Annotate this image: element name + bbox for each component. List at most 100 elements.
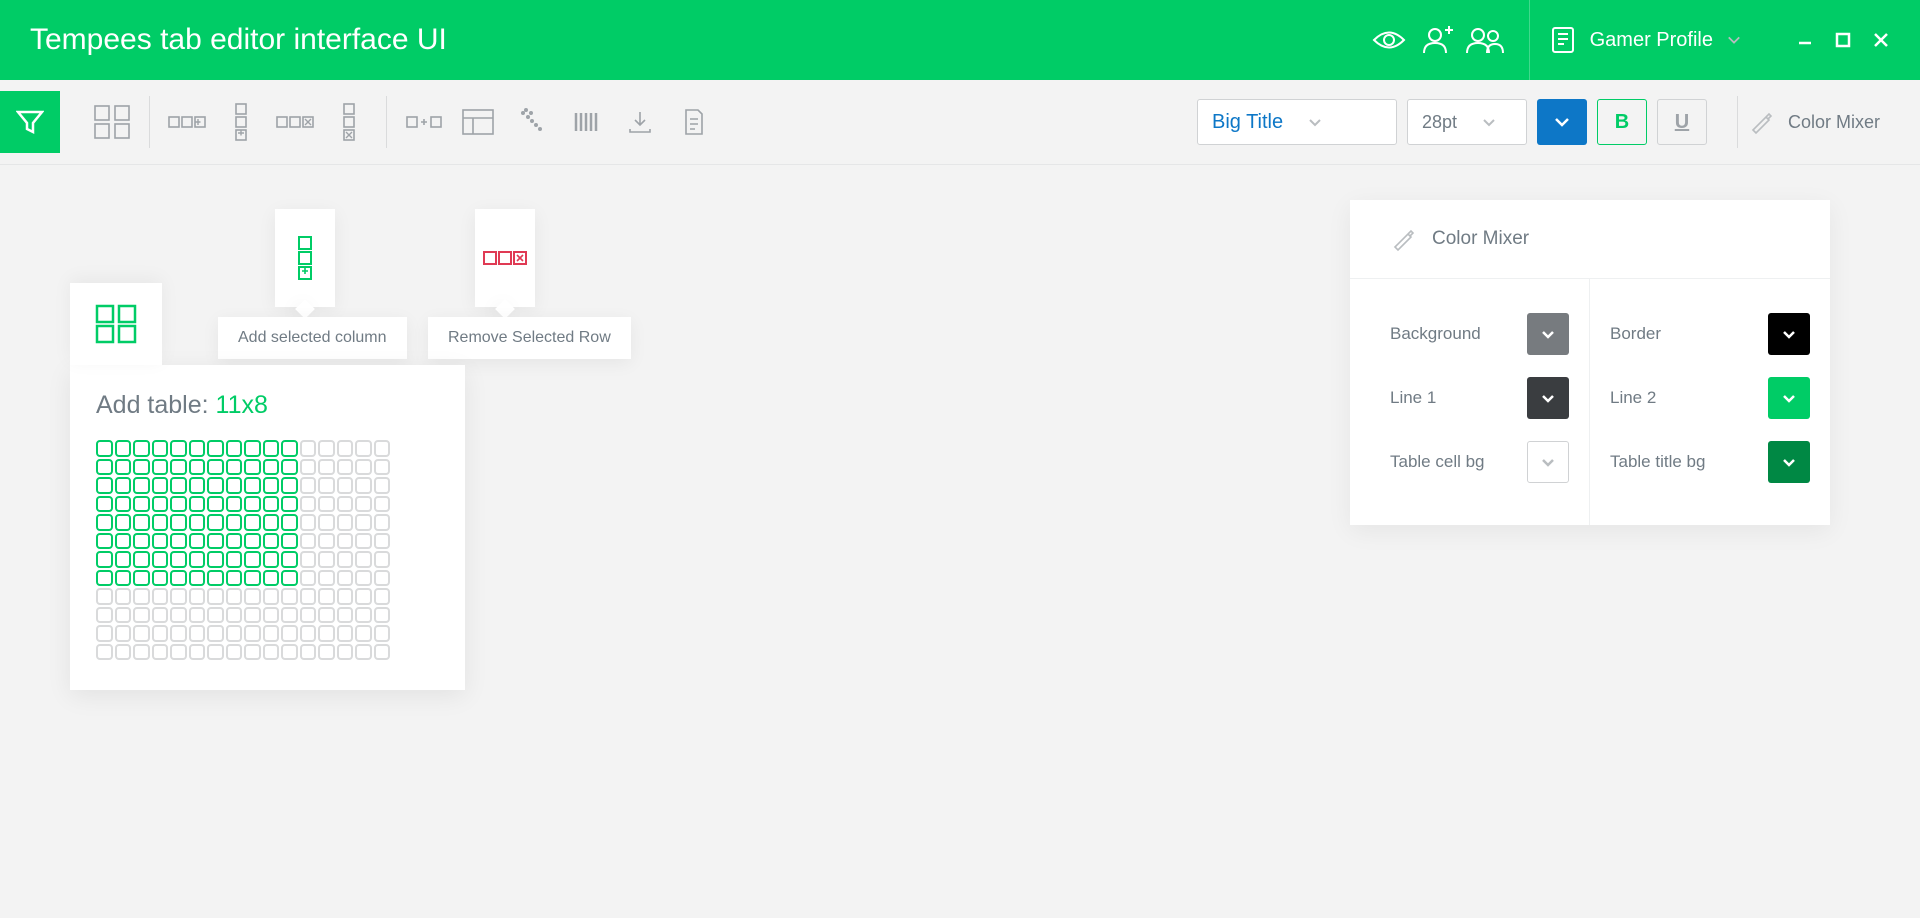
grid-cell[interactable]: [133, 533, 150, 550]
barcode-icon[interactable]: [559, 96, 613, 148]
grid-cell[interactable]: [96, 496, 113, 513]
grid-cell[interactable]: [96, 588, 113, 605]
grid-icon[interactable]: [85, 96, 139, 148]
grid-cell[interactable]: [355, 440, 372, 457]
grid-cell[interactable]: [263, 588, 280, 605]
grid-cell[interactable]: [374, 551, 391, 568]
grid-cell[interactable]: [189, 607, 206, 624]
grid-cell[interactable]: [207, 607, 224, 624]
grid-cell[interactable]: [244, 551, 261, 568]
grid-cell[interactable]: [374, 570, 391, 587]
grid-cell[interactable]: [115, 588, 132, 605]
grid-cell[interactable]: [133, 514, 150, 531]
grid-cell[interactable]: [244, 588, 261, 605]
grid-cell[interactable]: [281, 570, 298, 587]
grid-cell[interactable]: [207, 570, 224, 587]
grid-cell[interactable]: [244, 477, 261, 494]
grid-cell[interactable]: [300, 570, 317, 587]
grid-cell[interactable]: [300, 514, 317, 531]
color-swatch[interactable]: [1768, 377, 1810, 419]
grid-cell[interactable]: [226, 440, 243, 457]
grid-cell[interactable]: [300, 607, 317, 624]
grid-cell[interactable]: [244, 625, 261, 642]
grid-cell[interactable]: [374, 496, 391, 513]
grid-cell[interactable]: [337, 570, 354, 587]
grid-cell[interactable]: [133, 588, 150, 605]
grid-cell[interactable]: [152, 514, 169, 531]
grid-cell[interactable]: [152, 440, 169, 457]
grid-cell[interactable]: [281, 625, 298, 642]
grid-cell[interactable]: [133, 459, 150, 476]
grid-cell[interactable]: [318, 514, 335, 531]
grid-cell[interactable]: [189, 551, 206, 568]
grid-cell[interactable]: [170, 514, 187, 531]
grid-cell[interactable]: [355, 625, 372, 642]
grid-cell[interactable]: [189, 496, 206, 513]
grid-cell[interactable]: [374, 625, 391, 642]
grid-cell[interactable]: [152, 496, 169, 513]
grid-cell[interactable]: [189, 514, 206, 531]
add-column-icon[interactable]: [160, 96, 214, 148]
grid-cell[interactable]: [374, 459, 391, 476]
grid-cell[interactable]: [170, 440, 187, 457]
grid-cell[interactable]: [318, 533, 335, 550]
grid-cell[interactable]: [189, 625, 206, 642]
grid-cell[interactable]: [226, 607, 243, 624]
grid-cell[interactable]: [207, 477, 224, 494]
grid-cell[interactable]: [374, 440, 391, 457]
grid-cell[interactable]: [115, 625, 132, 642]
grid-cell[interactable]: [318, 477, 335, 494]
grid-cell[interactable]: [207, 533, 224, 550]
grid-cell[interactable]: [318, 588, 335, 605]
grid-cell[interactable]: [226, 551, 243, 568]
grid-cell[interactable]: [115, 533, 132, 550]
minimize-button[interactable]: [1791, 26, 1819, 54]
grid-cell[interactable]: [263, 459, 280, 476]
grid-cell[interactable]: [355, 551, 372, 568]
grid-cell[interactable]: [337, 607, 354, 624]
grid-cell[interactable]: [337, 625, 354, 642]
remove-row-icon[interactable]: [322, 96, 376, 148]
grid-cell[interactable]: [152, 533, 169, 550]
profile-dropdown[interactable]: Gamer Profile: [1550, 25, 1741, 55]
grid-cell[interactable]: [281, 551, 298, 568]
grid-cell[interactable]: [281, 514, 298, 531]
grid-cell[interactable]: [337, 551, 354, 568]
grid-cell[interactable]: [263, 514, 280, 531]
color-swatch[interactable]: [1527, 377, 1569, 419]
grid-cell[interactable]: [189, 588, 206, 605]
grid-cell[interactable]: [133, 625, 150, 642]
grid-cell[interactable]: [115, 551, 132, 568]
grid-cell[interactable]: [96, 551, 113, 568]
grid-cell[interactable]: [337, 588, 354, 605]
grid-cell[interactable]: [374, 533, 391, 550]
grid-cell[interactable]: [96, 514, 113, 531]
grid-cell[interactable]: [281, 496, 298, 513]
grid-cell[interactable]: [152, 625, 169, 642]
grid-cell[interactable]: [96, 477, 113, 494]
grid-cell[interactable]: [133, 644, 150, 661]
grid-cell[interactable]: [318, 625, 335, 642]
grid-cell[interactable]: [318, 551, 335, 568]
remove-column-icon[interactable]: [268, 96, 322, 148]
grid-cell[interactable]: [226, 459, 243, 476]
grid-cell[interactable]: [133, 477, 150, 494]
grid-cell[interactable]: [263, 477, 280, 494]
grid-cell[interactable]: [226, 625, 243, 642]
color-swatch[interactable]: [1768, 441, 1810, 483]
grid-cell[interactable]: [207, 625, 224, 642]
grid-cell[interactable]: [300, 440, 317, 457]
grid-cell[interactable]: [170, 477, 187, 494]
grid-cell[interactable]: [281, 607, 298, 624]
grid-cell[interactable]: [152, 644, 169, 661]
grid-cell[interactable]: [96, 625, 113, 642]
grid-cell[interactable]: [244, 607, 261, 624]
grid-cell[interactable]: [263, 644, 280, 661]
grid-cell[interactable]: [115, 607, 132, 624]
grid-cell[interactable]: [263, 533, 280, 550]
grid-cell[interactable]: [337, 514, 354, 531]
grid-cell[interactable]: [152, 607, 169, 624]
bold-button[interactable]: B: [1597, 99, 1647, 145]
grid-cell[interactable]: [226, 570, 243, 587]
users-icon[interactable]: [1461, 16, 1509, 64]
